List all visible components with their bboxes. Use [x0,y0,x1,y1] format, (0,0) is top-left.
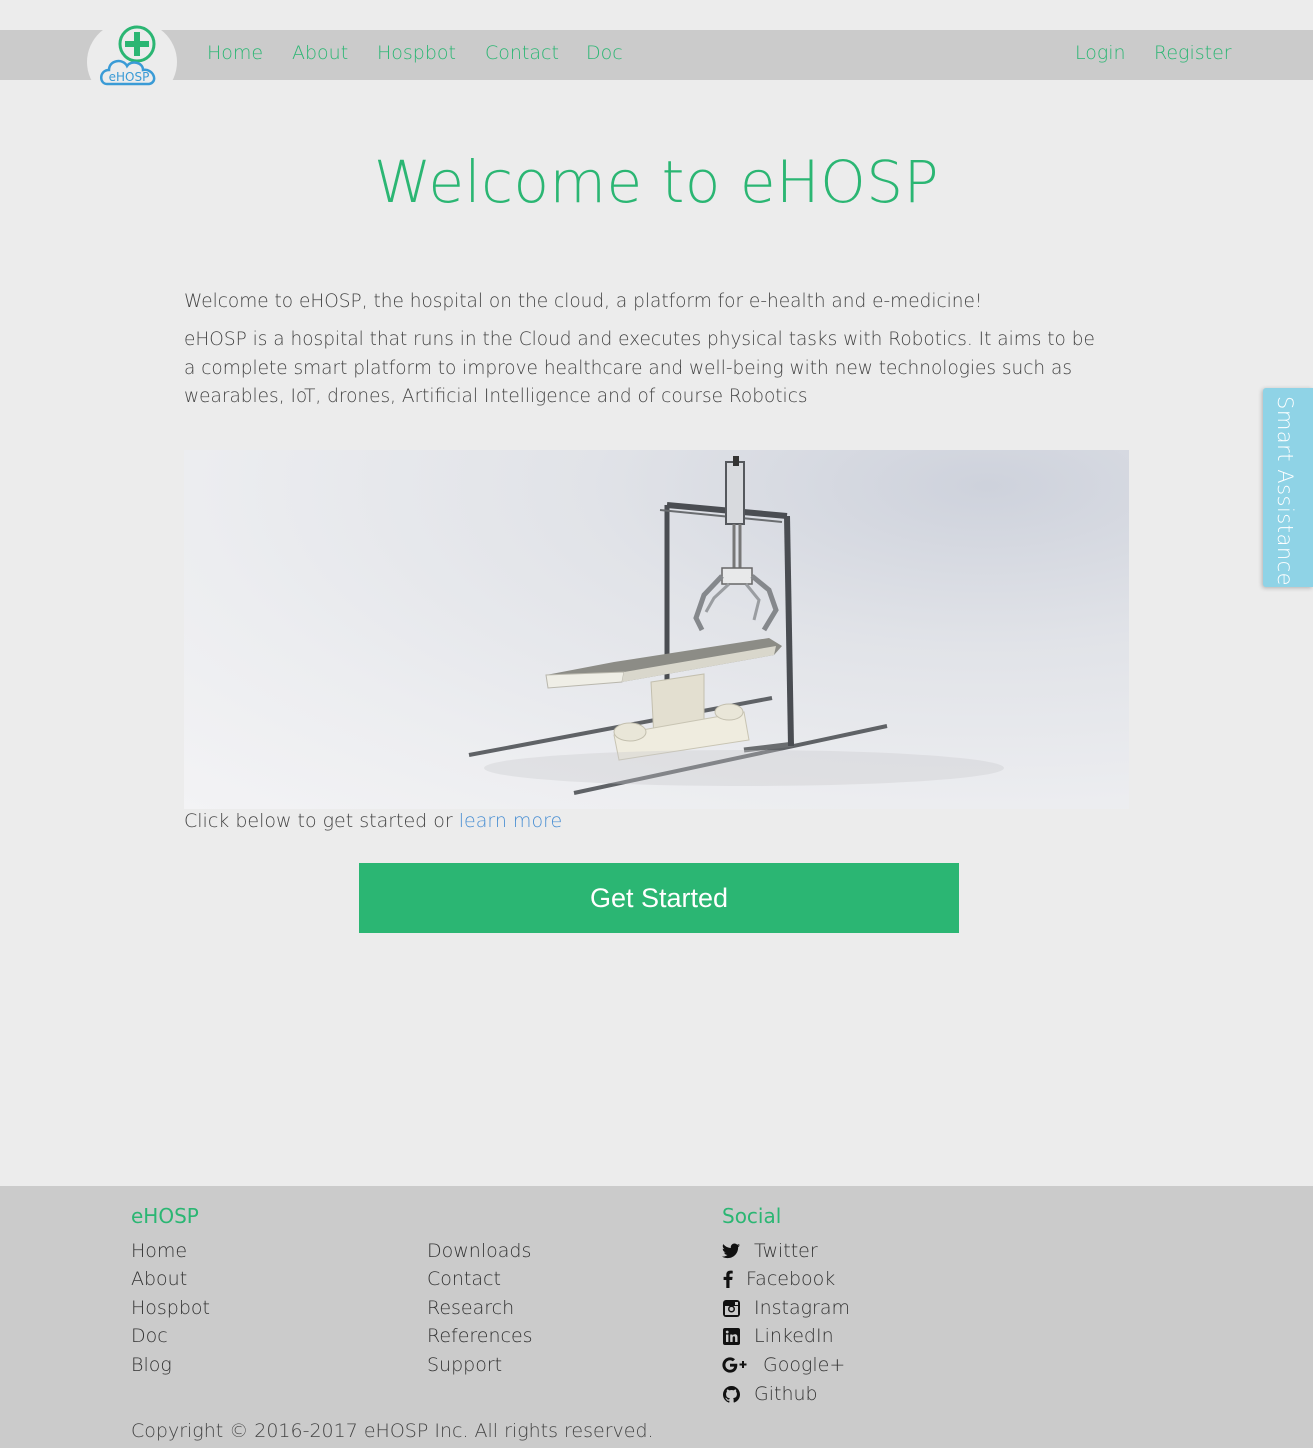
social-label: Instagram [754,1297,851,1319]
page-title: Welcome to eHOSP [373,148,940,216]
facebook-icon [722,1270,734,1288]
hospbot-robot-image [184,450,1129,809]
footer-link-about[interactable]: About [131,1268,187,1290]
footer-link-doc[interactable]: Doc [131,1325,168,1347]
social-github[interactable]: Github [722,1383,818,1405]
social-facebook[interactable]: Facebook [722,1268,835,1290]
github-icon [722,1385,740,1403]
google-plus-icon [722,1356,749,1374]
nav-about[interactable]: About [292,42,348,64]
social-twitter[interactable]: Twitter [722,1240,818,1262]
robot-illustration [468,456,1004,795]
nav-home[interactable]: Home [207,42,263,64]
nav-hospbot[interactable]: Hospbot [377,42,456,64]
social-google-plus[interactable]: Google+ [722,1354,845,1376]
get-started-button[interactable]: Get Started [359,863,959,933]
nav-contact[interactable]: Contact [485,42,559,64]
nav-doc[interactable]: Doc [586,42,623,64]
cta-text: Click below to get started or learn more [184,810,562,832]
footer-link-contact[interactable]: Contact [427,1268,501,1290]
social-label: Facebook [746,1268,836,1290]
social-linkedin[interactable]: LinkedIn [722,1325,834,1347]
footer-heading-ehosp: eHOSP [131,1204,199,1228]
footer-link-support[interactable]: Support [427,1354,502,1376]
instagram-icon [722,1299,740,1317]
cta-prefix: Click below to get started or [184,810,459,832]
copyright-text: Copyright © 2016-2017 eHOSP Inc. All rig… [131,1420,654,1442]
learn-more-link[interactable]: learn more [459,810,562,832]
footer-link-research[interactable]: Research [427,1297,514,1319]
social-label: LinkedIn [754,1325,834,1347]
footer-link-downloads[interactable]: Downloads [427,1240,531,1262]
nav-register[interactable]: Register [1154,42,1232,64]
logo-icon: eHOSP [100,25,156,86]
footer-link-hospbot[interactable]: Hospbot [131,1297,210,1319]
intro-paragraph-1: Welcome to eHOSP, the hospital on the cl… [184,291,983,312]
footer-heading-social: Social [722,1204,782,1228]
twitter-icon [722,1242,740,1260]
linkedin-icon [722,1327,740,1345]
ehosp-logo[interactable]: eHOSP [87,20,177,104]
social-instagram[interactable]: Instagram [722,1297,850,1319]
social-label: Github [754,1383,818,1405]
intro-paragraph-2: eHOSP is a hospital that runs in the Clo… [184,329,1095,407]
footer-link-references[interactable]: References [427,1325,533,1347]
smart-assistance-tab[interactable]: Smart Assistance [1263,388,1313,587]
logo-text: eHOSP [109,70,150,84]
social-label: Google+ [763,1354,846,1376]
nav-login[interactable]: Login [1075,42,1126,64]
social-label: Twitter [754,1240,818,1262]
footer-link-blog[interactable]: Blog [131,1354,172,1376]
smart-assistance-label: Smart Assistance [1273,396,1297,587]
footer-link-home[interactable]: Home [131,1240,187,1262]
